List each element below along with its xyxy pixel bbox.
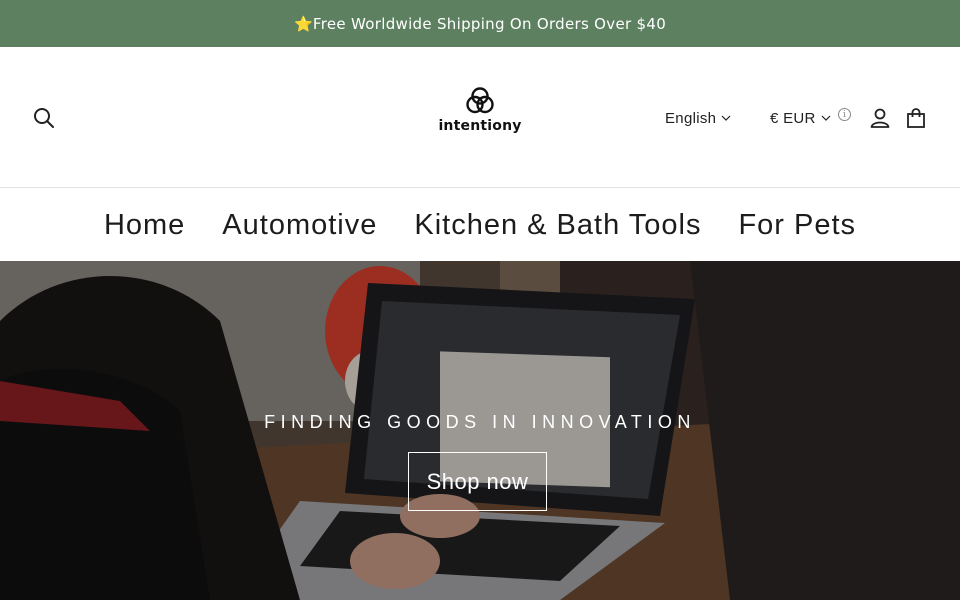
hero-tagline: FINDING GOODS IN INNOVATION — [264, 412, 696, 432]
logo-text: intentiony — [438, 118, 522, 134]
announcement-bar: ⭐Free Worldwide Shipping On Orders Over … — [0, 0, 960, 47]
account-button[interactable] — [866, 104, 894, 132]
hero-banner: FINDING GOODS IN INNOVATION Shop now — [0, 261, 960, 600]
site-header: intentiony English € EUR i — [0, 47, 960, 188]
user-icon — [870, 108, 890, 128]
shopping-bag-icon — [907, 108, 925, 128]
announcement-text: ⭐Free Worldwide Shipping On Orders Over … — [293, 14, 667, 33]
chevron-down-icon — [721, 115, 731, 121]
currency-selector[interactable]: € EUR — [770, 107, 831, 129]
main-navigation: Home Automotive Kitchen & Bath Tools For… — [0, 189, 960, 261]
nav-item-home[interactable]: Home — [104, 209, 185, 242]
cart-button[interactable] — [902, 104, 930, 132]
nav-item-for-pets[interactable]: For Pets — [738, 209, 856, 242]
currency-label: € EUR — [770, 109, 816, 127]
nav-item-kitchen-bath-tools[interactable]: Kitchen & Bath Tools — [414, 209, 701, 242]
search-button[interactable] — [30, 104, 58, 132]
nav-item-automotive[interactable]: Automotive — [222, 209, 377, 242]
language-label: English — [665, 109, 717, 127]
info-icon[interactable]: i — [838, 108, 851, 121]
site-logo[interactable]: intentiony — [430, 85, 530, 139]
shop-now-button[interactable]: Shop now — [408, 452, 547, 511]
language-selector[interactable]: English — [665, 107, 731, 129]
logo-icon — [466, 87, 494, 114]
chevron-down-icon — [821, 115, 831, 121]
search-icon — [34, 108, 54, 128]
